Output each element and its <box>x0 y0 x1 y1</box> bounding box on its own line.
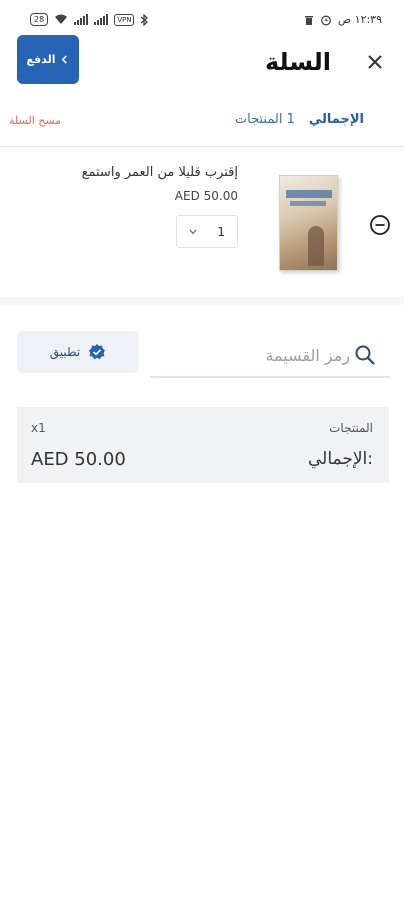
bluetooth-icon <box>141 13 149 26</box>
verified-check-icon <box>89 344 106 360</box>
summary-info: الإجمالي 1 المنتجات <box>235 112 364 127</box>
alarm-icon <box>320 15 331 25</box>
section-separator <box>0 297 404 305</box>
cart-summary-strip: مسح السلة الإجمالي 1 المنتجات <box>0 110 404 136</box>
totals-products-label: المنتجات <box>329 421 373 435</box>
product-price: AED 50.00 <box>174 189 238 203</box>
summary-products-count: 1 المنتجات <box>234 112 295 127</box>
search-icon[interactable] <box>354 344 376 366</box>
apply-coupon-label: تطبيق <box>49 345 81 359</box>
status-left: 28 VPN <box>30 13 149 26</box>
status-time: ١٢:٣٩ ص <box>337 13 382 26</box>
page-title: السلة <box>264 48 331 76</box>
quantity-select[interactable]: 1 <box>176 215 238 248</box>
checkout-button[interactable]: الدفع <box>17 35 79 84</box>
coupon-field <box>150 334 390 378</box>
trash-icon <box>304 16 313 25</box>
chevron-down-icon <box>189 229 197 234</box>
checkout-label: الدفع <box>26 53 56 66</box>
signal-icon <box>74 14 89 25</box>
book-cover-image[interactable] <box>279 175 338 271</box>
apply-coupon-button[interactable]: تطبيق <box>17 331 139 373</box>
summary-total-label: الإجمالي <box>308 112 364 127</box>
chevron-left-icon <box>62 55 68 64</box>
clear-cart-link[interactable]: مسح السلة <box>9 114 61 127</box>
coupon-input[interactable] <box>170 340 350 370</box>
totals-total-label: الإجمالي: <box>307 449 373 469</box>
remove-item-icon[interactable] <box>369 214 391 236</box>
order-totals-panel: المنتجات x1 الإجمالي: AED 50.00 <box>17 407 389 483</box>
quantity-value: 1 <box>217 224 225 239</box>
product-name[interactable]: إقترب قليلا من العمر واستمع <box>82 165 238 180</box>
battery-icon: 28 <box>30 13 49 26</box>
vpn-badge: VPN <box>114 13 135 26</box>
wifi-icon <box>55 14 68 24</box>
signal-icon-2 <box>94 14 109 25</box>
totals-total-value: AED 50.00 <box>31 449 126 470</box>
close-icon[interactable] <box>366 53 384 71</box>
totals-products-count: x1 <box>31 421 46 435</box>
status-right: ١٢:٣٩ ص <box>304 13 382 26</box>
